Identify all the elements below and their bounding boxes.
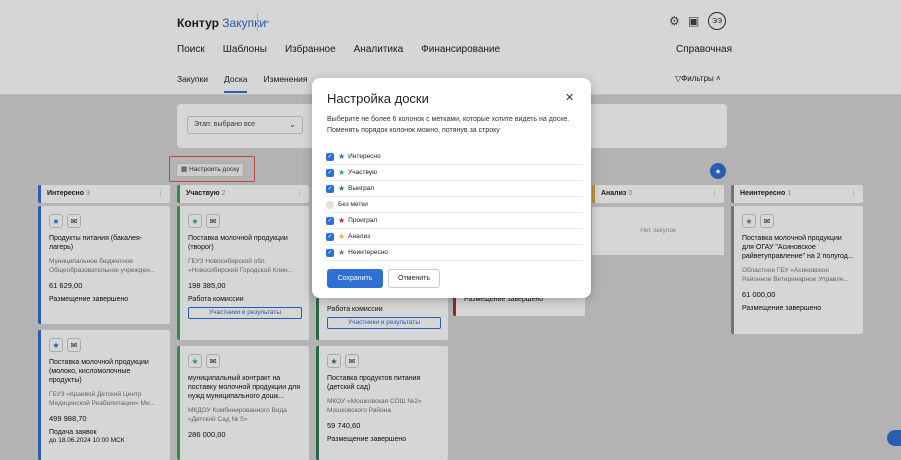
checkbox[interactable]: ✓: [326, 248, 334, 257]
save-button[interactable]: Сохранить: [327, 269, 383, 288]
checkbox[interactable]: ✓: [326, 184, 334, 193]
checkbox[interactable]: ✓: [326, 232, 334, 241]
star-icon: ★: [338, 247, 346, 257]
option-interesting[interactable]: ✓ ★ Интересно: [326, 149, 583, 165]
star-icon: ★: [338, 231, 346, 241]
option-not-interesting[interactable]: ✓ ★ Неинтересно: [326, 245, 583, 261]
checkbox[interactable]: ✓: [326, 168, 334, 177]
star-icon: ★: [338, 183, 346, 193]
option-participating[interactable]: ✓ ★ Участвую: [326, 165, 583, 181]
checkbox[interactable]: ✓: [326, 216, 334, 225]
board-settings-modal: Настройка доски ✕ Выберите не более 6 ко…: [312, 78, 591, 298]
column-options-list: ✓ ★ Интересно ✓ ★ Участвую ✓ ★ Выиграл Б…: [326, 149, 583, 261]
modal-title: Настройка доски: [327, 91, 429, 106]
star-icon: ★: [338, 215, 346, 225]
checkbox[interactable]: [326, 200, 334, 209]
star-icon: ★: [338, 167, 346, 177]
cancel-button[interactable]: Отменить: [388, 269, 440, 288]
close-icon[interactable]: ✕: [565, 91, 574, 104]
option-no-label[interactable]: Без метки: [326, 197, 583, 213]
modal-description: Выберите не более 6 колонок с метками, к…: [327, 116, 570, 134]
star-icon: ★: [338, 151, 346, 161]
option-lost[interactable]: ✓ ★ Проиграл: [326, 213, 583, 229]
option-analysis[interactable]: ✓ ★ Анализ: [326, 229, 583, 245]
option-won[interactable]: ✓ ★ Выиграл: [326, 181, 583, 197]
checkbox[interactable]: ✓: [326, 152, 334, 161]
